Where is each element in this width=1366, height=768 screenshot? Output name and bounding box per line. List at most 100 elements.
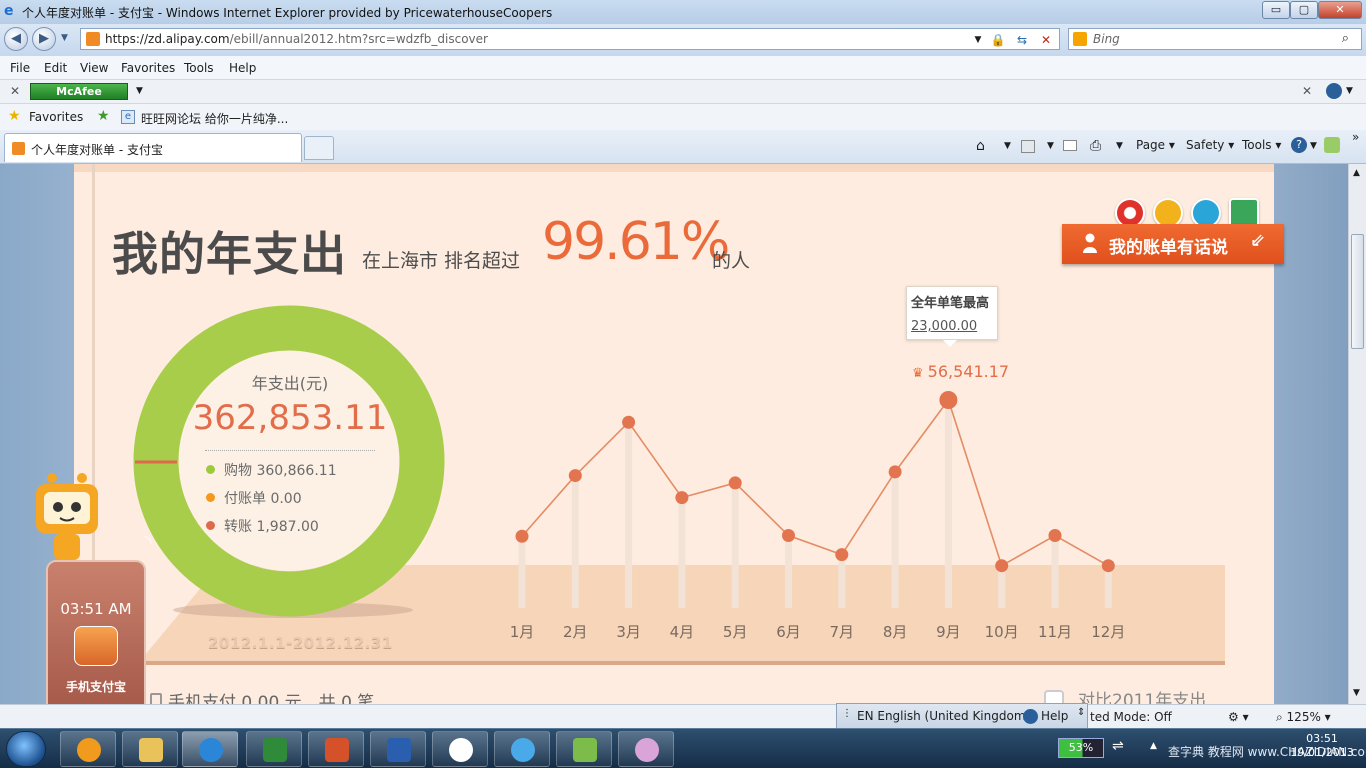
stop-icon[interactable]: ✕ xyxy=(1037,32,1055,48)
language-bar[interactable]: ⋮ EN English (United Kingdom) Help ⇕ xyxy=(836,703,1088,729)
compatibility-view-icon[interactable]: ⇆ xyxy=(1013,32,1031,48)
close-button[interactable]: ✕ xyxy=(1318,1,1362,19)
alipay-app-icon[interactable] xyxy=(74,626,118,666)
chart-point[interactable] xyxy=(835,548,849,562)
taskbar-app-1[interactable] xyxy=(60,731,116,767)
mascot-character[interactable] xyxy=(28,470,106,570)
recent-pages-dropdown-icon[interactable]: ▼ xyxy=(61,33,68,43)
favorites-star-icon: ★ xyxy=(8,108,21,124)
chart-point[interactable] xyxy=(888,465,902,479)
taskbar-excel[interactable] xyxy=(246,731,302,767)
page-menu[interactable]: Page ▾ xyxy=(1136,138,1175,152)
menu-file[interactable]: File xyxy=(10,61,30,75)
back-button[interactable]: ◀ xyxy=(4,27,28,51)
vertical-scrollbar[interactable]: ▲ ▼ xyxy=(1348,164,1366,704)
home-dropdown-icon[interactable]: ▼ xyxy=(1004,141,1011,151)
print-icon[interactable]: ⎙ xyxy=(1090,138,1101,154)
toolbar-options-dropdown-icon[interactable]: ▼ xyxy=(1346,86,1353,96)
taskbar-word[interactable] xyxy=(370,731,426,767)
help-dropdown-icon[interactable]: ▼ xyxy=(1310,141,1317,151)
home-icon[interactable]: ⌂ xyxy=(976,138,985,154)
langbar-help[interactable]: Help xyxy=(1041,709,1068,723)
tab-alipay-bill[interactable]: 个人年度对账单 - 支付宝 xyxy=(4,133,302,162)
print-dropdown-icon[interactable]: ▼ xyxy=(1116,141,1123,151)
tray-expand-icon[interactable]: ▲ xyxy=(1150,741,1157,751)
menu-edit[interactable]: Edit xyxy=(44,61,67,75)
input-language[interactable]: EN English (United Kingdom) xyxy=(857,709,1030,723)
lock-icon[interactable]: 🔒 xyxy=(989,32,1007,48)
new-tab-button[interactable] xyxy=(304,136,334,160)
feeds-dropdown-icon[interactable]: ▼ xyxy=(1047,141,1054,151)
paint-icon xyxy=(635,738,659,762)
favorite-link[interactable]: 旺旺网论坛 给你一片纯净... xyxy=(141,110,288,127)
protected-mode-status[interactable]: ted Mode: Off xyxy=(1090,710,1172,724)
chart-month-label: 8月 xyxy=(883,623,908,641)
maximize-button[interactable]: ▢ xyxy=(1290,1,1318,19)
search-box[interactable]: Bing ⌕ xyxy=(1068,28,1362,50)
n-app-icon xyxy=(449,738,473,762)
close-toolbar-right-icon[interactable]: ✕ xyxy=(1302,84,1312,98)
help-icon[interactable]: ? xyxy=(1291,137,1307,153)
scroll-up-icon[interactable]: ▲ xyxy=(1353,168,1360,178)
chart-point[interactable] xyxy=(568,469,582,483)
favorites-button[interactable]: Favorites xyxy=(29,110,83,124)
system-clock[interactable]: 03:51 19/01/2013 xyxy=(1284,732,1360,760)
start-button[interactable] xyxy=(6,731,46,767)
address-dropdown-icon[interactable]: ▼ xyxy=(969,32,987,48)
toolbar-options-icon[interactable] xyxy=(1326,83,1342,99)
network-icon xyxy=(573,738,597,762)
menu-help[interactable]: Help xyxy=(229,61,256,75)
minimize-button[interactable]: ▭ xyxy=(1262,1,1290,19)
scroll-down-icon[interactable]: ▼ xyxy=(1353,688,1360,698)
security-zone-icon[interactable]: ⚙ ▾ xyxy=(1228,710,1249,724)
add-favorite-icon[interactable]: ★ xyxy=(97,108,110,124)
battery-indicator[interactable]: 53% xyxy=(1058,738,1104,758)
chart-point[interactable] xyxy=(782,529,795,543)
chart-point[interactable] xyxy=(622,415,636,429)
more-commands-icon[interactable]: » xyxy=(1352,130,1359,144)
taskbar-explorer[interactable] xyxy=(122,731,178,767)
langbar-grip-icon[interactable]: ⋮ xyxy=(842,708,852,719)
search-icon[interactable]: ⌕ xyxy=(1342,31,1349,46)
taskbar-internet-explorer[interactable] xyxy=(182,731,238,767)
annual-total: 362,853.11 xyxy=(192,398,388,438)
safety-menu[interactable]: Safety ▾ xyxy=(1186,138,1234,152)
messenger-icon[interactable] xyxy=(1324,137,1340,153)
scrollbar-thumb[interactable] xyxy=(1351,234,1364,349)
menu-bar: File Edit View Favorites Tools Help xyxy=(0,56,1366,80)
taskbar-powerpoint[interactable] xyxy=(308,731,364,767)
chart-point[interactable] xyxy=(515,529,529,543)
chart-point[interactable] xyxy=(939,391,958,409)
taskbar-app-n[interactable] xyxy=(432,731,488,767)
taskbar-network[interactable] xyxy=(556,731,612,767)
chart-point[interactable] xyxy=(675,491,689,505)
langbar-options-icon[interactable]: ⇕ xyxy=(1077,707,1085,718)
network-tray-icon[interactable]: ⇌ xyxy=(1112,738,1124,754)
taskbar-paint[interactable] xyxy=(618,731,674,767)
taskbar-qq[interactable] xyxy=(494,731,550,767)
mcafee-dropdown-icon[interactable]: ▼ xyxy=(136,86,143,96)
tools-menu[interactable]: Tools ▾ xyxy=(1242,138,1281,152)
address-bar[interactable]: https://zd.alipay.com/ebill/annual2012.h… xyxy=(80,28,1060,50)
chart-point[interactable] xyxy=(728,476,742,490)
feeds-icon[interactable] xyxy=(1021,140,1035,153)
chart-point[interactable] xyxy=(995,559,1009,573)
search-placeholder[interactable]: Bing xyxy=(1093,32,1120,46)
chart-point[interactable] xyxy=(1101,559,1115,573)
zoom-level[interactable]: ⌕ 125% ▾ xyxy=(1276,710,1331,725)
chart-point[interactable] xyxy=(1048,529,1062,543)
tooltip-value[interactable]: 23,000.00 xyxy=(911,319,977,334)
forward-button[interactable]: ▶ xyxy=(32,27,56,51)
chart-month-label: 12月 xyxy=(1091,623,1125,641)
mcafee-button[interactable]: McAfee xyxy=(30,83,128,100)
mail-icon[interactable] xyxy=(1063,140,1077,151)
close-toolbar-icon[interactable]: ✕ xyxy=(10,84,20,98)
mobile-alipay-phone[interactable]: 03:51 AM 手机支付宝 xyxy=(46,560,146,710)
legend-transfer: 转账 1,987.00 xyxy=(206,516,319,536)
chart-series-line xyxy=(521,398,1109,567)
bill-says-banner[interactable]: 我的账单有话说 ⇙ xyxy=(1062,224,1284,264)
menu-favorites[interactable]: Favorites xyxy=(121,61,175,75)
menu-view[interactable]: View xyxy=(80,61,108,75)
address-url[interactable]: https://zd.alipay.com/ebill/annual2012.h… xyxy=(105,32,488,46)
menu-tools[interactable]: Tools xyxy=(184,61,214,75)
